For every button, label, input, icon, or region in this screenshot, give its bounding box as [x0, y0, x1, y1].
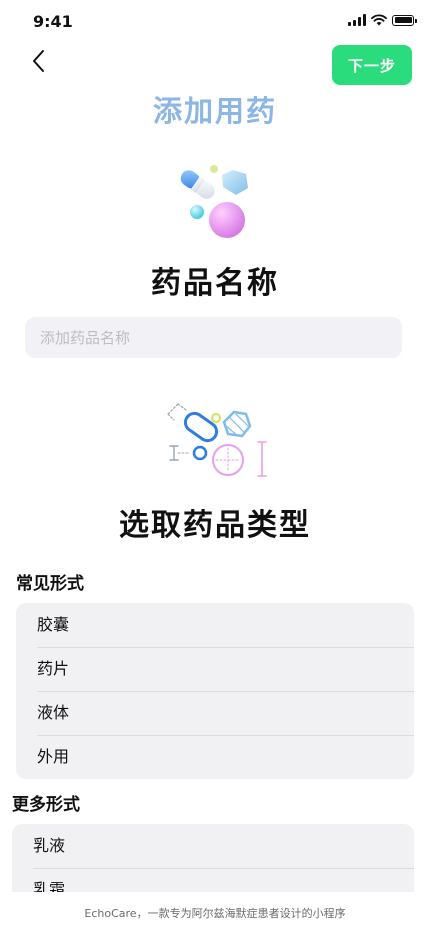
chevron-left-icon	[33, 50, 44, 72]
medicine-type-heading: 选取药品类型	[119, 508, 311, 543]
status-time: 9:41	[33, 12, 73, 31]
status-bar: 9:41	[0, 0, 430, 44]
next-step-button[interactable]: 下一步	[332, 45, 412, 85]
wifi-icon	[371, 14, 387, 26]
form-item-capsule[interactable]: 胶囊	[16, 603, 414, 647]
form-item-tablet[interactable]: 药片	[16, 647, 414, 691]
form-item-liquid[interactable]: 液体	[16, 691, 414, 735]
medicine-types-illustration	[167, 403, 267, 477]
common-forms-list: 胶囊 药片 液体 外用	[16, 603, 414, 779]
form-item-lotion[interactable]: 乳液	[12, 824, 414, 868]
signal-icon	[348, 14, 366, 26]
footer-text: EchoCare，一款专为阿尔兹海默症患者设计的小程序	[84, 907, 346, 920]
common-forms-label: 常见形式	[16, 574, 84, 594]
more-forms-label: 更多形式	[12, 795, 80, 815]
footer-bar: EchoCare，一款专为阿尔兹海默症患者设计的小程序	[0, 892, 430, 932]
back-button[interactable]	[26, 46, 54, 76]
medicine-name-heading: 药品名称	[151, 266, 279, 301]
page-title: 添加用药	[152, 94, 277, 128]
form-item-topical[interactable]: 外用	[16, 735, 414, 779]
battery-icon	[392, 14, 417, 26]
medicine-name-input[interactable]	[25, 317, 402, 358]
pills-illustration	[180, 165, 248, 238]
status-icons	[348, 14, 417, 26]
